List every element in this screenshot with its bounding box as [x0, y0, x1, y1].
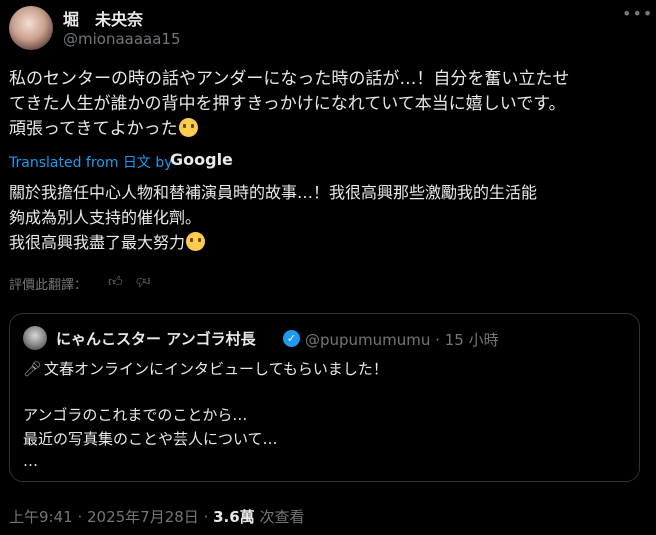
quoted-text-line-4: … — [23, 452, 38, 470]
quoted-author-avatar — [23, 326, 47, 350]
quoted-text-line-1: 🎤︎ 文春オンラインにインタビューしてもらいました！ — [23, 358, 388, 379]
author-name[interactable]: 堀 未央奈 — [63, 6, 143, 30]
author-avatar[interactable] — [9, 6, 53, 50]
post-text-line-3: 頑張ってきてよかった — [9, 117, 198, 142]
views-label: 次查看 — [254, 508, 305, 526]
translation-line-3-text: 我很高興我盡了最大努力 — [9, 233, 186, 252]
post-text-line-2: てきた人生が誰かの背中を押すきっかけになれていて本当に嬉しいです。 — [9, 94, 566, 114]
post-metadata: 上午9:41 · 2025年7月28日 · 3.6萬 次查看 — [9, 506, 304, 527]
view-count: 3.6萬 — [213, 508, 255, 526]
crying-face-icon — [186, 232, 206, 251]
verified-badge-icon: ✓ — [283, 330, 300, 347]
rate-translation-label: 評價此翻譯： — [9, 278, 88, 293]
quoted-author-handle-time: @pupumumumu · 15 小時 — [305, 331, 499, 349]
translated-from-label[interactable]: Translated from 日文 by — [9, 152, 173, 172]
thumbs-down-icon[interactable]: 👍︎ — [136, 273, 151, 290]
more-options-icon[interactable]: ••• — [622, 4, 653, 23]
translation-line-2: 夠成為別人支持的催化劑。 — [9, 208, 202, 227]
translation-line-1: 關於我擔任中心人物和替補演員時的故事…！我很高興那些激勵我的生活能 — [9, 183, 538, 202]
quoted-text-line-1-text: 文春オンラインにインタビューしてもらいました！ — [44, 360, 388, 378]
post-text-line-3-text: 頑張ってきてよかった — [9, 119, 178, 139]
thumbs-up-icon[interactable]: 👍︎ — [108, 273, 123, 290]
google-logo: Google — [170, 150, 233, 169]
translation-line-3: 我很高興我盡了最大努力 — [9, 230, 206, 255]
crying-face-icon — [178, 118, 198, 137]
quoted-text-line-2: アンゴラのこれまでのことから… — [23, 406, 248, 424]
quoted-text-line-3: 最近の写真集のことや芸人について… — [23, 430, 278, 448]
microphone-icon: 🎤︎ — [23, 360, 43, 378]
post-timestamp[interactable]: 上午9:41 · 2025年7月28日 · — [9, 508, 213, 526]
author-handle[interactable]: @mionaaaaa15 — [63, 30, 181, 48]
quoted-author-name: にゃんこスター アンゴラ村長 — [56, 330, 256, 348]
post-text-line-1: 私のセンターの時の話やアンダーになった時の話が…！自分を奮い立たせ — [9, 69, 570, 89]
